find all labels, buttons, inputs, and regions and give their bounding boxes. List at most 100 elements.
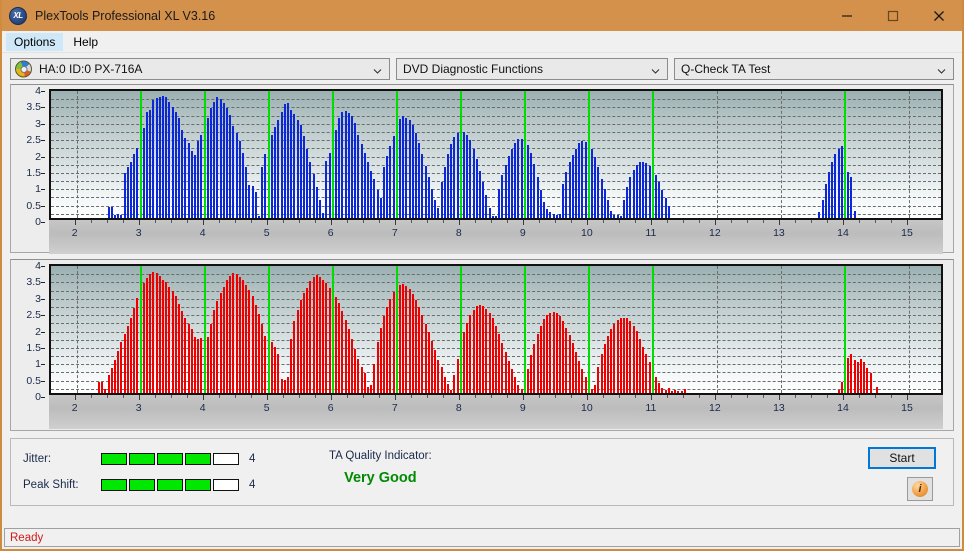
chart-bar <box>677 391 680 393</box>
chart-bar <box>392 292 395 393</box>
x-tick-minor <box>602 395 604 398</box>
y-tick <box>41 364 45 366</box>
chart-bar <box>456 358 459 393</box>
marker-line <box>843 266 846 393</box>
chart-bar <box>514 142 517 218</box>
y-tick <box>41 91 45 92</box>
chart-bar <box>354 348 357 393</box>
close-icon[interactable] <box>916 0 962 31</box>
test-select[interactable]: Q-Check TA Test <box>674 58 954 80</box>
chart-bar <box>629 320 632 393</box>
chart-bar <box>162 96 165 218</box>
x-tick-minor <box>762 220 764 223</box>
menu-item-options[interactable]: Options <box>6 32 64 51</box>
x-tick-minor <box>858 220 860 223</box>
chart-bar <box>318 276 321 393</box>
chart-bar <box>386 307 389 393</box>
function-select[interactable]: DVD Diagnostic Functions <box>396 58 668 80</box>
x-tick-label: 10 <box>580 227 593 239</box>
grid-line-vertical <box>780 91 782 218</box>
chart-bar <box>536 334 539 393</box>
chart-bar <box>840 145 843 218</box>
jitter-chart-panel: 0 0.5 1 1.5 2 2.5 3 3.5 4 2 3 4 5 6 7 8 9 10 11 12 13 14 15 <box>10 84 954 254</box>
grid-line-vertical <box>908 91 910 218</box>
x-tick-minor <box>874 395 876 398</box>
x-tick <box>458 395 460 400</box>
x-tick-minor <box>234 220 236 223</box>
chart-bar <box>427 177 430 218</box>
start-button[interactable]: Start <box>868 447 936 469</box>
chart-bar <box>642 346 645 393</box>
chart-bar <box>389 298 392 393</box>
chart-bar <box>376 190 379 218</box>
chart-bar <box>571 155 574 218</box>
info-button[interactable]: i <box>907 477 933 501</box>
ta-quality-group: TA Quality Indicator: Very Good <box>329 450 432 486</box>
x-tick <box>714 395 716 400</box>
x-tick-minor <box>682 220 684 223</box>
menu-item-help[interactable]: Help <box>65 33 106 51</box>
chart-bar <box>360 366 363 393</box>
chart-bar <box>827 172 830 218</box>
chart-bar <box>213 101 216 218</box>
chart-bar <box>114 214 117 218</box>
chart-bar <box>434 350 437 393</box>
app-logo-icon: XL <box>9 6 27 25</box>
chart-bar <box>495 325 497 393</box>
x-tick <box>458 220 460 225</box>
chart-bar <box>469 140 472 218</box>
x-tick <box>330 220 332 225</box>
chart-bar <box>450 389 453 393</box>
grid-line-horizontal <box>51 115 941 117</box>
chart-bar <box>520 138 523 218</box>
chart-bar <box>171 106 174 218</box>
chart-bar <box>312 173 315 218</box>
grid-line-vertical <box>76 91 78 218</box>
chart-bar <box>501 343 504 393</box>
x-tick-minor <box>826 395 828 398</box>
chart-bar <box>635 331 638 393</box>
chart-bar <box>571 343 574 393</box>
x-tick-minor <box>794 220 796 223</box>
chart-bar <box>498 188 501 218</box>
y-tick <box>41 140 45 142</box>
disc-icon <box>15 60 32 78</box>
x-tick-minor <box>506 395 508 398</box>
y-tick-label: 1.5 <box>26 341 41 354</box>
chart-bar <box>344 320 347 393</box>
x-tick-label: 7 <box>391 402 398 414</box>
x-tick-minor <box>570 220 572 223</box>
chart-bar <box>680 391 683 393</box>
x-tick-label: 11 <box>645 402 657 414</box>
y-tick <box>41 282 45 284</box>
chart-bar <box>437 359 440 393</box>
x-tick-minor <box>362 220 364 223</box>
jitter-x-axis: 2 3 4 5 6 7 8 9 10 11 12 13 14 15 <box>49 220 943 254</box>
chart-bar <box>610 210 613 218</box>
maximize-icon[interactable] <box>870 0 916 31</box>
menu-bar: Options Help <box>2 31 962 53</box>
x-tick-minor <box>810 220 812 223</box>
chart-bar <box>635 164 638 218</box>
minimize-icon[interactable] <box>824 0 870 31</box>
chart-bar <box>238 141 241 218</box>
chart-bar <box>821 200 824 218</box>
chart-bar <box>639 162 642 218</box>
chart-bar <box>443 376 446 393</box>
status-bar: Ready <box>4 528 960 547</box>
chart-bar <box>168 101 171 218</box>
chart-bar <box>626 318 629 393</box>
chart-bar <box>600 178 603 218</box>
x-tick-minor <box>858 395 860 398</box>
chart-bar <box>245 167 248 218</box>
test-select-value: Q-Check TA Test <box>681 62 771 76</box>
chart-bar <box>133 307 136 393</box>
drive-select[interactable]: HA:0 ID:0 PX-716A <box>10 58 390 80</box>
chart-bar <box>126 325 129 393</box>
x-tick-label: 2 <box>71 402 78 414</box>
chart-bar <box>446 383 449 393</box>
chart-bar <box>658 181 661 218</box>
chart-bar <box>472 148 475 218</box>
chart-bar <box>831 162 834 218</box>
x-tick-minor <box>282 220 284 223</box>
